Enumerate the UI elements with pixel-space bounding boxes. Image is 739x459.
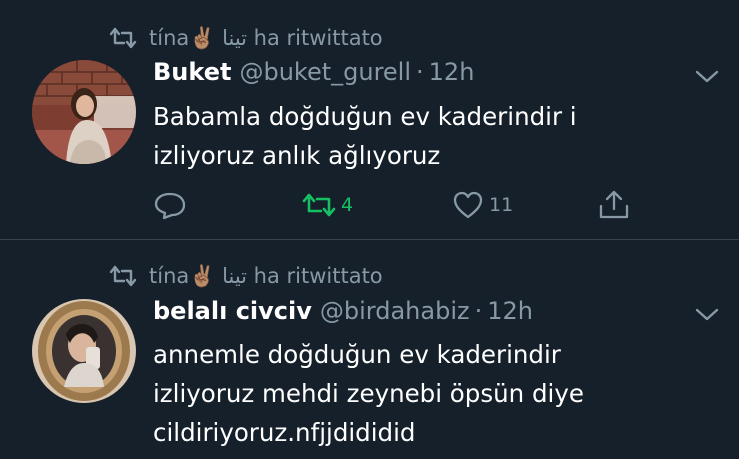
tweet-2[interactable]: tína✌🏽 تينا ha ritwittato belalı civciv … — [0, 240, 739, 459]
like-count: 11 — [489, 194, 514, 216]
chevron-down-icon[interactable] — [693, 304, 721, 324]
tweet-text-line: izliyoruz mehdi zeynebi öpsün diye — [153, 379, 584, 408]
retweet-icon — [302, 193, 336, 217]
username[interactable]: @birdahabiz — [320, 297, 470, 325]
timestamp[interactable]: 12h — [429, 58, 475, 86]
display-name[interactable]: belalı civciv — [153, 297, 312, 325]
tweet-text: annemle doğduğun ev kaderindir izliyoruz… — [153, 335, 713, 452]
tweet-header: Buket @buket_gurell · 12h — [153, 58, 474, 92]
retweet-context-label: tína✌🏽 تينا ha ritwittato — [149, 263, 383, 288]
avatar[interactable] — [32, 299, 136, 403]
tweet-actions: 4 11 — [150, 188, 650, 222]
tweet-text-line: cildiriyoruz.nfjjdididid — [153, 418, 416, 447]
username[interactable]: @buket_gurell — [239, 58, 411, 86]
like-icon — [453, 191, 483, 219]
retweet-context-label: tína✌🏽 تينا ha ritwittato — [149, 25, 383, 50]
tweet-text-line: izliyoruz anlık ağlıyoruz — [153, 141, 441, 170]
separator: · — [416, 58, 424, 86]
retweet-icon — [109, 27, 137, 49]
retweet-context: tína✌🏽 تينا ha ritwittato — [107, 23, 383, 53]
tweet-header: belalı civciv @birdahabiz · 12h — [153, 297, 533, 331]
chevron-down-icon[interactable] — [693, 66, 721, 86]
tweet-text: Babamla doğduğun ev kaderindir i izliyor… — [153, 97, 713, 175]
tweet-text-line: Babamla doğduğun ev kaderindir i — [153, 102, 577, 131]
reply-icon — [154, 192, 186, 220]
tweet-text-line: annemle doğduğun ev kaderindir — [153, 340, 561, 369]
timestamp[interactable]: 12h — [487, 297, 533, 325]
avatar-photo — [32, 60, 136, 164]
like-button[interactable]: 11 — [451, 188, 513, 222]
reply-button[interactable] — [153, 188, 187, 222]
share-icon — [599, 190, 629, 219]
retweet-context: tína✌🏽 تينا ha ritwittato — [107, 261, 383, 291]
retweet-icon — [109, 265, 137, 287]
tweet-1[interactable]: tína✌🏽 تينا ha ritwittato Buket @buket_g… — [0, 0, 739, 239]
display-name[interactable]: Buket — [153, 58, 231, 86]
share-button[interactable] — [597, 188, 631, 222]
avatar-photo — [32, 299, 136, 403]
separator: · — [474, 297, 483, 325]
retweet-button[interactable]: 4 — [300, 188, 353, 222]
retweet-count: 4 — [341, 194, 354, 216]
avatar[interactable] — [32, 60, 136, 164]
